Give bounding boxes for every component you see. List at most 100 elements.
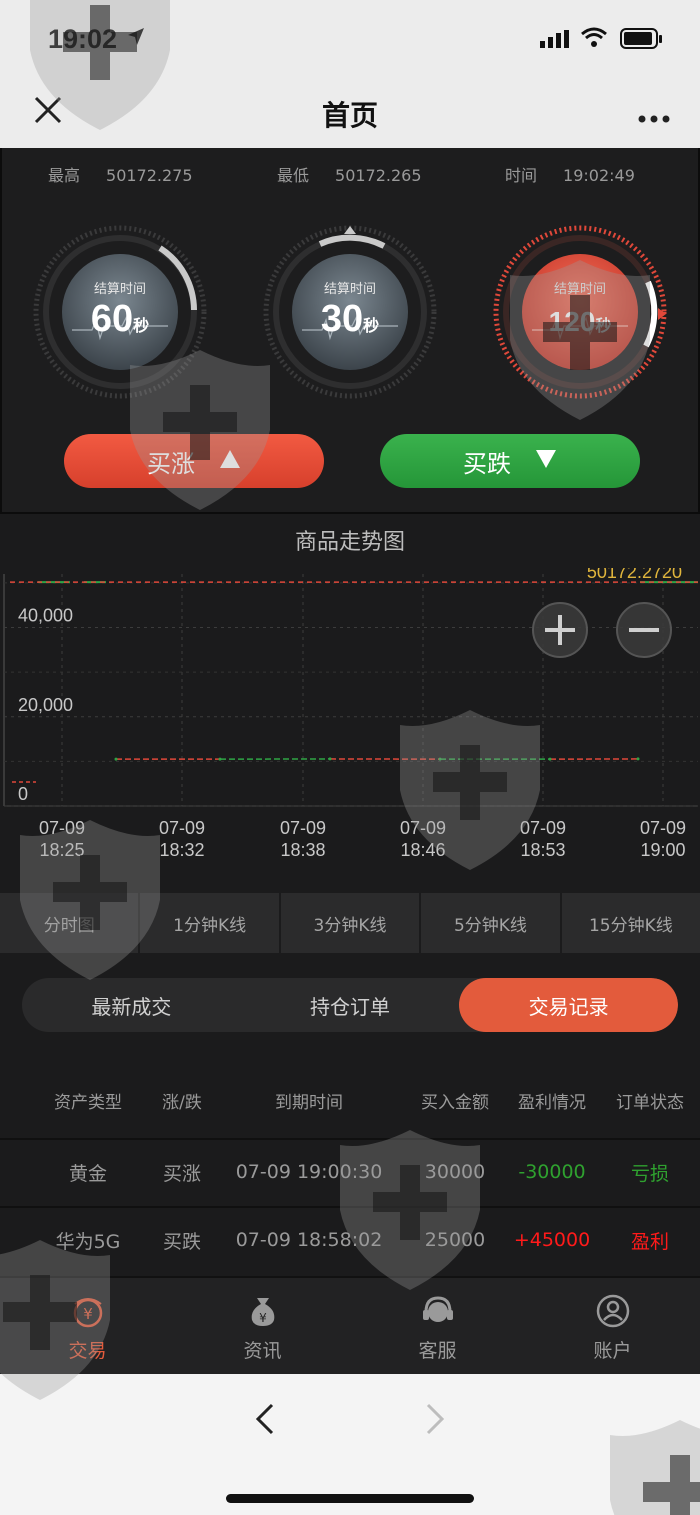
wifi-icon [580, 26, 608, 52]
nav-trade[interactable]: ¥ 交易 [0, 1278, 175, 1374]
series-point [438, 757, 442, 761]
nav-account[interactable]: 账户 [525, 1278, 700, 1374]
table-row[interactable]: 华为5G 买跌 07-09 18:58:02 25000 +45000 盈利 [0, 1206, 700, 1272]
header-profit: 盈利情况 [518, 1092, 586, 1113]
series-point [114, 757, 118, 761]
nav-news-label: 资讯 [243, 1340, 282, 1362]
series-point [218, 757, 222, 761]
x-tick-date: 07-09 [400, 818, 446, 838]
x-tick-date: 07-09 [280, 818, 326, 838]
x-tick-time: 18:32 [159, 840, 204, 860]
x-tick-time: 19:00 [640, 840, 685, 860]
tab-kline-timeshare[interactable]: 分时图 [0, 893, 141, 953]
x-tick-date: 07-09 [520, 818, 566, 838]
zoom-in-button[interactable] [532, 602, 588, 658]
header-direction: 涨/跌 [162, 1092, 202, 1113]
stat-time-label: 时间 [505, 166, 538, 185]
nav-account-label: 账户 [593, 1340, 632, 1362]
dial-label: 结算时间 [553, 282, 606, 297]
bottom-nav: ¥ 交易 ¥ 资讯 客服 账户 [0, 1276, 700, 1374]
svg-text:¥: ¥ [259, 1311, 267, 1325]
dial-label: 结算时间 [93, 282, 146, 297]
x-tick-time: 18:46 [400, 840, 445, 860]
status-bar: 19:02 [0, 0, 700, 78]
settle-dial-60[interactable]: 结算时间 60秒 [30, 222, 210, 402]
buy-up-button[interactable]: 买涨 [64, 434, 324, 488]
chart-x-axis: 07-0918:2507-0918:3207-0918:3807-0918:46… [39, 818, 686, 860]
buy-down-button[interactable]: 买跌 [380, 434, 640, 488]
yen-coin-icon: ¥ [69, 1292, 107, 1335]
forward-arrow-icon[interactable] [424, 1402, 446, 1440]
page-title: 首页 [321, 99, 378, 132]
nav-news[interactable]: ¥ 资讯 [175, 1278, 350, 1374]
x-tick-date: 07-09 [159, 818, 205, 838]
cell-asset: 黄金 [68, 1162, 107, 1185]
browser-toolbar [0, 1374, 700, 1515]
buy-up-label: 买涨 [147, 449, 195, 478]
table-row[interactable]: 黄金 买涨 07-09 19:00:30 30000 -30000 亏损 [0, 1138, 700, 1204]
series-point [636, 757, 640, 761]
dial-number: 120秒 [548, 306, 612, 337]
stat-high-value: 50172.275 [106, 166, 193, 185]
triangle-down-icon [535, 447, 557, 475]
stat-low: 最低 50172.265 [277, 162, 422, 186]
cell-amount: 25000 [424, 1229, 486, 1251]
tab-kline-1min[interactable]: 1分钟K线 [140, 893, 281, 953]
tab-trade-records[interactable]: 交易记录 [459, 978, 678, 1032]
chart-series [38, 581, 698, 761]
home-indicator [226, 1494, 474, 1503]
tab-kline-3min[interactable]: 3分钟K线 [280, 893, 422, 953]
y-tick-label: 40,000 [18, 606, 73, 626]
table-header: 资产类型 涨/跌 到期时间 买入金额 盈利情况 订单状态 [0, 1080, 700, 1120]
header-status: 订单状态 [616, 1092, 684, 1113]
current-price-label: 50172.2720 [587, 568, 682, 582]
zoom-out-button[interactable] [616, 602, 672, 658]
tab-latest-trades[interactable]: 最新成交 [22, 978, 241, 1032]
settle-dial-30[interactable]: 结算时间 30秒 [260, 222, 440, 402]
cell-expiry: 07-09 18:58:02 [235, 1229, 383, 1251]
y-tick-label: 20,000 [18, 695, 73, 715]
dial-number: 60秒 [90, 298, 150, 340]
nav-trade-label: 交易 [68, 1340, 107, 1362]
stat-low-label: 最低 [277, 166, 310, 185]
header-expiry: 到期时间 [275, 1092, 343, 1113]
cell-profit: -30000 [518, 1161, 586, 1183]
cell-profit: +45000 [513, 1229, 591, 1251]
cell-status: 亏损 [630, 1162, 669, 1185]
header-amount: 买入金额 [421, 1092, 489, 1113]
tab-open-orders[interactable]: 持仓订单 [241, 978, 460, 1032]
series-point [328, 757, 332, 761]
x-tick-date: 07-09 [640, 818, 686, 838]
x-tick-date: 07-09 [39, 818, 85, 838]
cell-status: 盈利 [630, 1230, 669, 1253]
chart-title: 商品走势图 [294, 530, 405, 555]
buy-down-label: 买跌 [463, 449, 511, 478]
x-tick-time: 18:38 [280, 840, 325, 860]
header-asset: 资产类型 [54, 1092, 122, 1113]
nav-service[interactable]: 客服 [350, 1278, 525, 1374]
x-tick-time: 18:25 [39, 840, 84, 860]
chart-grid [3, 574, 698, 807]
stat-low-value: 50172.265 [335, 166, 422, 185]
trend-chart: 020,00040,000 07-0918:2507-0918:3207-091… [3, 568, 698, 860]
user-icon [594, 1292, 632, 1335]
dial-number: 30秒 [320, 298, 380, 340]
cell-direction: 买跌 [162, 1230, 201, 1253]
tab-kline-5min[interactable]: 5分钟K线 [421, 893, 562, 953]
kline-tabs: 分时图 1分钟K线 3分钟K线 5分钟K线 15分钟K线 [0, 893, 700, 953]
tab-kline-15min[interactable]: 15分钟K线 [561, 893, 700, 953]
battery-icon [620, 28, 664, 54]
back-arrow-icon[interactable] [254, 1402, 276, 1440]
stat-high: 最高 50172.275 [48, 162, 193, 186]
cell-expiry: 07-09 19:00:30 [235, 1161, 383, 1183]
settle-dial-120[interactable]: 结算时间 120秒 [490, 222, 670, 402]
chart-y-axis: 0 20,000 40,000 [12, 606, 73, 804]
series-point [548, 757, 552, 761]
nav-service-label: 客服 [418, 1340, 457, 1362]
stat-time: 时间 19:02:49 [505, 162, 635, 186]
stat-high-label: 最高 [48, 166, 81, 185]
status-time: 19:02 [48, 24, 118, 54]
more-options-icon[interactable] [638, 108, 670, 127]
cell-asset: 华为5G [55, 1230, 121, 1253]
cell-amount: 30000 [424, 1161, 486, 1183]
